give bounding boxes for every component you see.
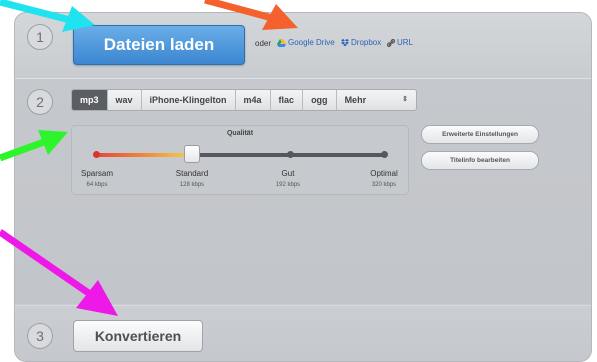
dropbox-icon <box>341 39 349 47</box>
advanced-settings-button[interactable]: Erweiterte Einstellungen <box>421 125 539 144</box>
format-tab-wav[interactable]: wav <box>108 90 142 110</box>
more-formats-dropdown[interactable]: Mehr ⇕ <box>337 90 416 110</box>
or-label: oder <box>255 39 272 48</box>
converter-panel: 1 Dateien laden oder Google Drive Dropbo… <box>14 12 592 362</box>
edit-track-info-button[interactable]: Titelinfo bearbeiten <box>421 151 539 170</box>
url-link[interactable]: URL <box>386 38 414 48</box>
format-tab-flac[interactable]: flac <box>271 90 304 110</box>
step-number-1: 1 <box>27 24 53 50</box>
format-tab-m4a[interactable]: m4a <box>236 90 271 110</box>
google-drive-label: Google Drive <box>288 38 335 47</box>
format-tab-iphone-ringtone[interactable]: iPhone-Klingelton <box>142 90 236 110</box>
step-number-3: 3 <box>27 323 53 349</box>
quality-label-gut: Gut <box>281 169 295 178</box>
quality-title: Qualität <box>226 130 254 137</box>
up-down-chevron-icon: ⇕ <box>402 96 408 103</box>
quality-label-standard: Standard <box>175 169 209 178</box>
quality-slider-box: Qualität Sparsam 64 kbps Standard 128 kb… <box>71 125 409 195</box>
quality-kbps-optimal: 320 kbps <box>371 182 397 188</box>
quality-kbps-gut: 192 kbps <box>275 182 301 188</box>
step-number-2: 2 <box>27 89 53 115</box>
google-drive-link[interactable]: Google Drive <box>277 38 335 47</box>
quality-label-sparsam: Sparsam <box>80 169 113 178</box>
quality-stop-gut[interactable] <box>287 151 294 158</box>
quality-kbps-sparsam: 64 kbps <box>86 182 108 188</box>
quality-kbps-standard: 128 kbps <box>179 182 205 188</box>
dropbox-link[interactable]: Dropbox <box>341 38 381 47</box>
quality-stop-sparsam[interactable] <box>93 151 100 158</box>
quality-label-optimal: Optimal <box>370 169 398 178</box>
dropbox-label: Dropbox <box>351 38 382 47</box>
upload-files-button[interactable]: Dateien laden <box>73 25 245 65</box>
convert-button[interactable]: Konvertieren <box>73 320 203 352</box>
quality-stop-optimal[interactable] <box>381 151 388 158</box>
format-section: 2 mp3 wav iPhone-Klingelton m4a flac ogg… <box>15 79 591 304</box>
quality-slider-handle[interactable] <box>184 145 200 163</box>
url-label: URL <box>397 38 414 47</box>
format-tab-ogg[interactable]: ogg <box>303 90 337 110</box>
quality-track-filled <box>96 153 194 157</box>
upload-section: 1 Dateien laden oder Google Drive Dropbo… <box>15 13 591 79</box>
google-drive-icon <box>277 39 286 47</box>
format-selector: mp3 wav iPhone-Klingelton m4a flac ogg M… <box>71 89 417 111</box>
format-tab-mp3[interactable]: mp3 <box>72 90 108 110</box>
link-icon <box>386 38 396 48</box>
convert-section: 3 Konvertieren <box>15 305 591 361</box>
more-formats-label: Mehr <box>344 95 367 105</box>
